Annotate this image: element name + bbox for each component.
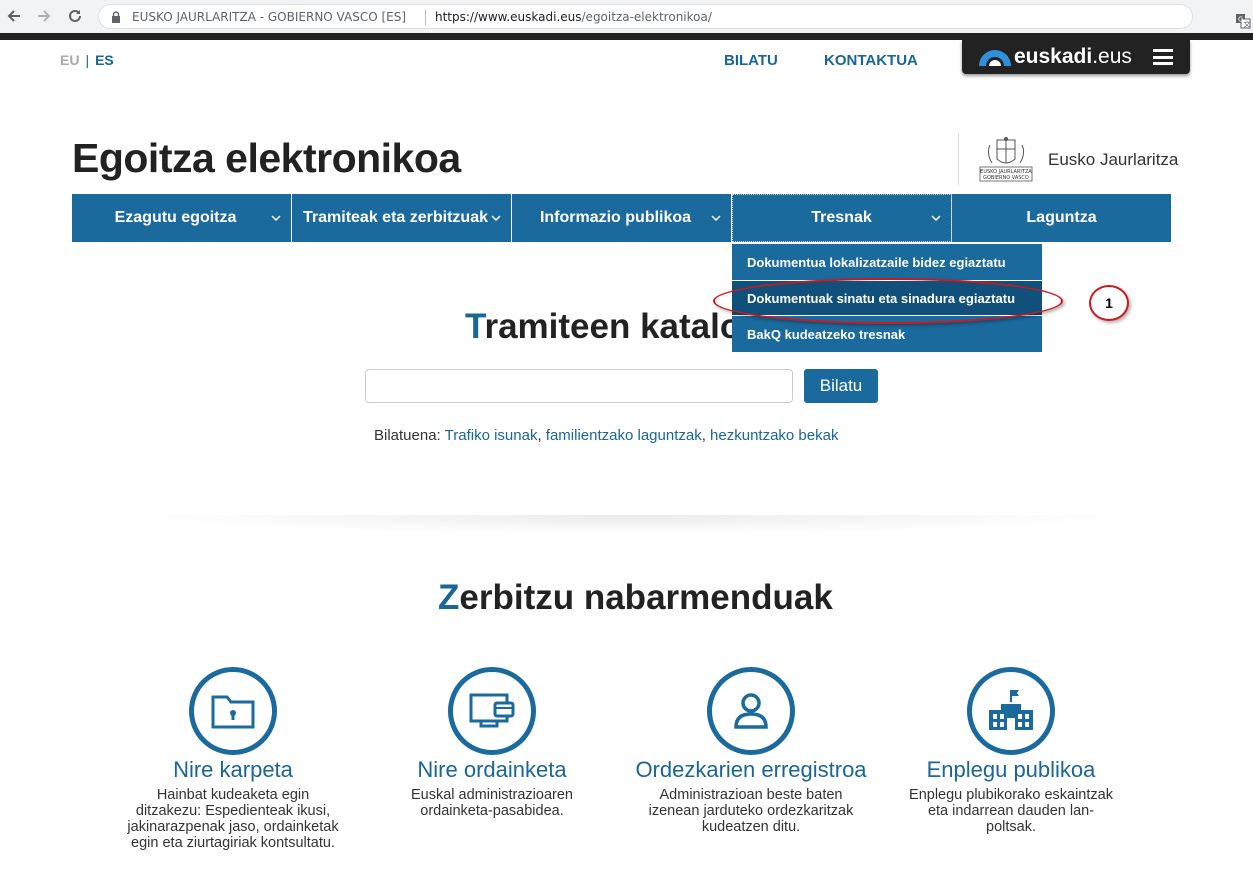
site-identity: EUSKO JAURLARITZA - GOBIERNO VASCO [ES] [132, 10, 407, 24]
folder-lock-icon [211, 695, 255, 729]
lock-icon [112, 11, 120, 23]
annotation-highlight [713, 278, 1063, 324]
url-text: https://www.euskadi.eus/egoitza-elektron… [435, 10, 712, 24]
svg-text:文: 文 [1244, 20, 1251, 29]
payment-card-icon [469, 693, 515, 728]
service-title: Ordezkarien erregistroa [635, 757, 867, 782]
service-enplegu-publikoa[interactable]: Enplegu publikoa Enplegu plubikorako esk… [891, 667, 1131, 835]
service-title: Nire karpeta [173, 757, 293, 782]
euskadi-portal-bar[interactable]: euskadi.eus [962, 40, 1190, 74]
translate-icon[interactable]: G文 [1235, 13, 1251, 29]
portal-name: euskadi.eus [1014, 45, 1132, 68]
main-navigation: Ezagutu egoitza Tramiteak eta zerbitzuak… [72, 194, 1171, 242]
browser-divider [0, 33, 1253, 40]
nav-laguntza[interactable]: Laguntza [952, 194, 1171, 242]
euskadi-logo-icon [979, 50, 1011, 66]
service-description: Enplegu plubikorako eskaintzak eta indar… [909, 787, 1113, 835]
popular-link-familientzako[interactable]: familientzako laguntzak [546, 427, 702, 444]
annotation-number: 1 [1089, 285, 1129, 321]
chevron-down-icon [711, 215, 721, 222]
lang-eu-link[interactable]: EU [60, 52, 79, 68]
chevron-down-icon [931, 215, 941, 222]
search-link[interactable]: BILATU [724, 52, 778, 69]
catalog-search-input[interactable] [365, 369, 793, 403]
language-switcher: EU | ES [60, 52, 114, 68]
forward-arrow-icon[interactable] [33, 5, 55, 27]
back-arrow-icon[interactable] [3, 5, 25, 27]
service-description: Euskal administrazioaren ordainketa-pasa… [411, 787, 573, 819]
user-icon [734, 693, 768, 729]
popular-link-trafiko[interactable]: Trafiko isunak [445, 427, 538, 444]
services-title: Zerbitzu nabarmenduak [438, 578, 833, 617]
service-nire-karpeta[interactable]: Nire karpeta Hainbat kudeaketa egin ditz… [113, 667, 353, 851]
address-bar[interactable]: EUSKO JAURLARITZA - GOBIERNO VASCO [ES] … [98, 4, 1251, 29]
nav-tramiteak-eta-zerbitzuak[interactable]: Tramiteak eta zerbitzuak [292, 194, 512, 242]
nav-tresnak[interactable]: Tresnak [732, 194, 952, 242]
popular-link-hezkuntzako[interactable]: hezkuntzako bekak [710, 427, 838, 444]
header-divider [958, 133, 959, 185]
nav-informazio-publikoa[interactable]: Informazio publikoa [512, 194, 732, 242]
service-description: Hainbat kudeaketa egin ditzakezu: Espedi… [127, 787, 339, 851]
section-divider [120, 515, 1140, 535]
browser-toolbar: EUSKO JAURLARITZA - GOBIERNO VASCO [ES] … [0, 0, 1253, 33]
chevron-down-icon [491, 215, 501, 222]
chevron-down-icon [271, 215, 281, 222]
basque-government-logo[interactable]: EUSKO JAURLARITZA GOBIERNO VASCO [976, 137, 1036, 183]
catalog-search-button[interactable]: Bilatu [804, 369, 878, 403]
government-name: Eusko Jaurlaritza [1048, 150, 1179, 169]
service-title: Enplegu publikoa [926, 757, 1096, 782]
popular-searches: Bilatuena: Trafiko isunak, familientzako… [374, 427, 839, 444]
menu-icon[interactable] [1153, 49, 1173, 65]
lang-es-link[interactable]: ES [95, 52, 114, 68]
page-title: Egoitza elektronikoa [72, 135, 461, 181]
service-description: Administrazioan beste baten izenean jard… [648, 787, 854, 835]
nav-ezagutu-egoitza[interactable]: Ezagutu egoitza [72, 194, 292, 242]
service-nire-ordainketa[interactable]: Nire ordainketa Euskal administrazioaren… [372, 667, 612, 819]
menu-item-dokumentua-lokalizatzaile[interactable]: Dokumentua lokalizatzaile bidez egiaztat… [732, 244, 1042, 280]
contact-link[interactable]: KONTAKTUA [824, 52, 918, 69]
reload-icon[interactable] [64, 5, 86, 27]
svg-text:GOBIERNO VASCO: GOBIERNO VASCO [983, 175, 1029, 181]
service-title: Nire ordainketa [417, 757, 567, 782]
url-separator [425, 10, 426, 25]
service-ordezkarien-erregistroa[interactable]: Ordezkarien erregistroa Administrazioan … [631, 667, 871, 835]
building-icon [989, 690, 1033, 730]
